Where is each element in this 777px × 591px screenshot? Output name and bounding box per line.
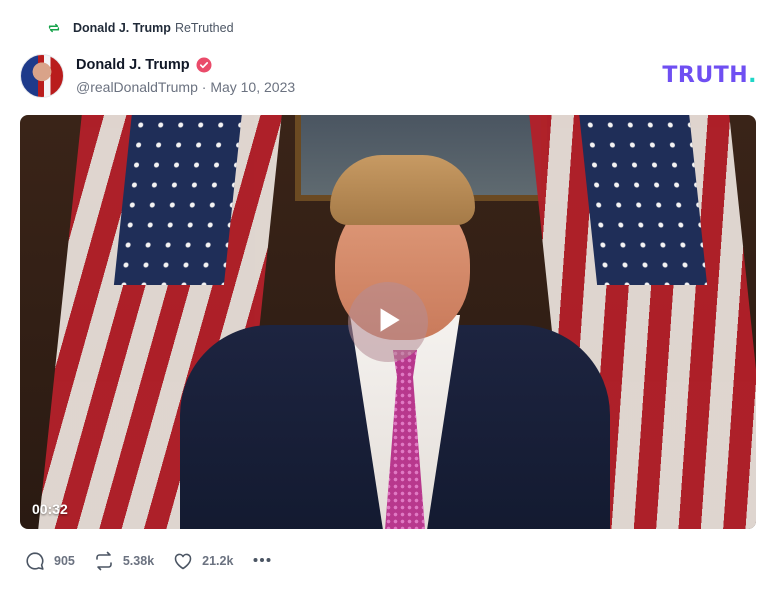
truth-social-logo[interactable]: TRUTH.: [662, 63, 757, 88]
author-display-name[interactable]: Donald J. Trump: [76, 57, 190, 73]
like-button[interactable]: 21.2k: [172, 550, 233, 572]
more-options-button[interactable]: [251, 549, 273, 574]
heart-icon: [172, 550, 194, 572]
verified-badge-icon: [196, 57, 212, 73]
video-duration: 00:32: [32, 501, 68, 517]
author-handle[interactable]: @realDonaldTrump: [76, 79, 198, 95]
play-icon: [371, 303, 405, 342]
post-actions: 905 5.38k 21.2k: [24, 549, 273, 573]
retruth-icon: [93, 550, 115, 572]
retruth-icon: [47, 21, 61, 35]
avatar[interactable]: [20, 54, 64, 98]
video-player[interactable]: 00:32: [20, 115, 756, 529]
reply-button[interactable]: 905: [24, 550, 75, 572]
retruth-button[interactable]: 5.38k: [93, 550, 154, 572]
author-info: Donald J. Trump @realDonaldTrump · May 1…: [76, 57, 295, 95]
post-date[interactable]: May 10, 2023: [210, 79, 295, 95]
reply-count: 905: [54, 554, 75, 568]
meta-separator: ·: [201, 79, 207, 95]
logo-text: TRUTH: [662, 63, 749, 88]
retruth-count: 5.38k: [122, 554, 155, 568]
like-count: 21.2k: [202, 554, 234, 568]
retruth-action-text: ReTruthed: [174, 21, 234, 35]
retruth-user-name[interactable]: Donald J. Trump: [73, 21, 171, 35]
play-button[interactable]: [348, 282, 428, 362]
reply-icon: [24, 550, 46, 572]
retruth-attribution: Donald J. Trump ReTruthed: [47, 19, 234, 37]
more-dots-icon: [251, 549, 273, 574]
logo-dot: .: [748, 63, 757, 88]
author-meta: @realDonaldTrump · May 10, 2023: [76, 79, 295, 95]
post-header: Donald J. Trump @realDonaldTrump · May 1…: [20, 54, 757, 98]
